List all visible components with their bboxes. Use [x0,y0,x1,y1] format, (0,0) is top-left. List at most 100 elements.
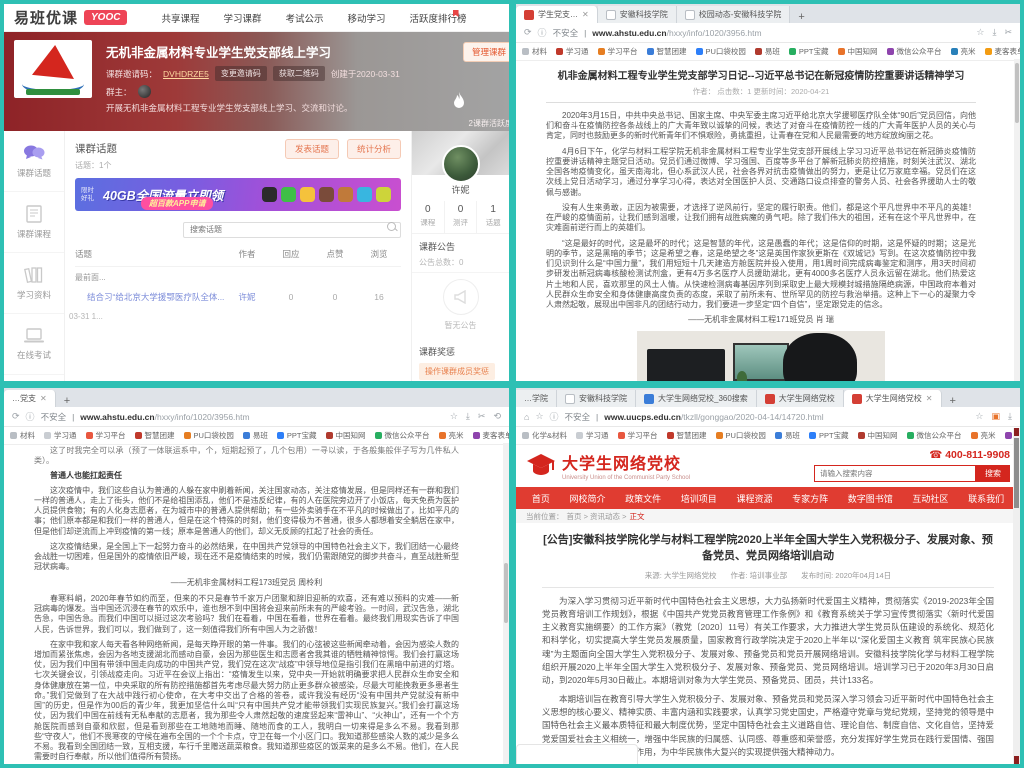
bookmark-item[interactable]: 学习平台 [598,46,638,57]
site-search-input[interactable] [814,465,976,482]
pschool-logo[interactable]: 大学生网络党校 University Union of the Communis… [526,450,690,481]
ad-banner[interactable]: 限时好礼 40GB全国流量立即领 超百款APP申请 [75,178,401,211]
bookmark-item[interactable]: 智慧团建 [135,430,175,441]
star-icon[interactable]: ☆ [976,27,984,38]
owner-avatar[interactable] [138,85,151,98]
scrollbar[interactable] [1013,428,1020,764]
bookmark-item[interactable]: 易班 [755,46,780,57]
site-info-icon[interactable]: ⓘ [538,26,547,39]
bookmark-item[interactable]: 学习通 [576,430,609,441]
bookmark-item[interactable]: 学习平台 [86,430,126,441]
bookmark-item[interactable]: 易班 [775,430,800,441]
url-bar[interactable]: ⌂ ☆ ⓘ 不安全 | www.uucps.edu.cn/tkzll/gongg… [516,407,1020,427]
browser-tab[interactable]: …学院 [516,390,557,407]
bookmark-item[interactable]: PU口袋校园 [184,430,234,441]
site-info-icon[interactable]: ⓘ [550,410,559,423]
undo-icon[interactable]: ⟲ [493,411,501,422]
yooc-nav-item[interactable]: 移动学习 [348,11,386,25]
bookmark-item[interactable]: 中国知网 [838,46,878,57]
bookmark-item[interactable]: 微信公众平台 [887,46,942,57]
pschool-nav-item[interactable]: 网校简介 [569,492,605,505]
bookmark-item[interactable]: 智慧团建 [647,46,687,57]
browser-tab[interactable]: 大学生网络党校 [757,390,844,407]
bookmark-item[interactable]: 微信公众平台 [907,430,962,441]
close-tab-icon[interactable]: ✕ [40,394,47,403]
star-left-icon[interactable]: ☆ [535,411,543,422]
extension-icon[interactable]: ▣ [992,411,1001,422]
site-info-icon[interactable]: ⓘ [26,410,35,423]
bookmark-item[interactable]: 亮米 [439,430,464,441]
pschool-nav-item[interactable]: 专家方阵 [792,492,828,505]
bookmark-item[interactable]: 中国知网 [326,430,366,441]
close-tab-icon[interactable]: ✕ [582,10,589,19]
clip-icon[interactable]: ✂ [478,411,486,422]
page-url[interactable]: www.ahstu.edu.cn/hxxy/info/1020/3956.htm [592,28,761,38]
clip-icon[interactable]: ✂ [1004,27,1012,38]
browser-tab[interactable]: …党支✕ [4,390,56,407]
bookmark-item[interactable]: 学习通 [556,46,589,57]
reload-icon[interactable]: ⟳ [524,27,532,38]
reward-action-button[interactable]: 操作课群成员奖惩 [419,363,495,380]
bookmark-item[interactable]: 麦客表单 [473,430,509,441]
bookmark-item[interactable]: 智慧团建 [667,430,707,441]
sidebar-item-materials[interactable]: 学习资料 [4,253,64,314]
pschool-nav-item[interactable]: 培训项目 [681,492,717,505]
bookmark-item[interactable]: 中国知网 [858,430,898,441]
browser-tab[interactable]: 安徽科技学院 [598,6,677,23]
new-tab-button[interactable]: + [56,395,78,407]
bookmark-item[interactable]: 亮米 [951,46,976,57]
manage-group-button[interactable]: 管理课群 [463,42,509,62]
topic-author-link[interactable]: 许妮 [225,291,269,303]
url-bar[interactable]: ⟳ ⓘ 不安全 | www.ahstu.edu.cn/hxxy/info/102… [4,407,509,427]
star-icon[interactable]: ☆ [450,411,458,422]
scrollbar[interactable] [503,443,509,764]
scrollbar[interactable] [1014,59,1020,381]
yooc-nav-item[interactable]: 共享课程 [161,11,199,25]
download-icon[interactable]: ⤓ [1008,411,1012,422]
pschool-nav-item[interactable]: 数字图书馆 [848,492,893,505]
site-search-button[interactable]: 搜索 [976,465,1010,482]
profile-avatar[interactable] [442,145,480,183]
browser-tab[interactable]: 学生党支…✕ [516,6,598,23]
bookmark-item[interactable]: 麦客表单 [985,46,1020,57]
stats-analysis-button[interactable]: 统计分析 [347,139,401,159]
bookmark-partial[interactable]: 材料 [10,430,35,441]
breadcrumb-path[interactable]: 首页 > 资讯动态 > [567,511,627,522]
bookmark-partial[interactable]: 材料 [522,46,547,57]
change-invite-button[interactable]: 变更邀请码 [215,66,267,81]
yooc-nav-item[interactable]: 考试公示 [286,11,324,25]
topic-link[interactable]: 结合习“给北京大学援鄂医疗队全体... [75,291,225,303]
bookmark-item[interactable]: PU口袋校园 [716,430,766,441]
download-icon[interactable]: ⤓ [466,411,470,422]
close-tab-icon[interactable]: ✕ [926,394,933,403]
bookmark-item[interactable]: PU口袋校园 [696,46,746,57]
topic-search-input[interactable] [183,222,401,238]
get-qr-button[interactable]: 获取二维码 [273,66,325,81]
stat-topics[interactable]: 1话题 [477,201,509,233]
home-icon[interactable]: ⌂ [524,412,529,422]
star-icon[interactable]: ☆ [975,411,983,422]
bookmark-partial[interactable]: 化学&材料 [522,430,567,441]
post-topic-button[interactable]: 发表话题 [285,139,339,159]
bookmark-item[interactable]: 学习平台 [618,430,658,441]
bookmark-item[interactable]: PPT宝藏 [789,46,829,57]
new-tab-button[interactable]: + [790,11,812,23]
new-tab-button[interactable]: + [942,395,964,407]
bookmark-item[interactable]: PPT宝藏 [277,430,317,441]
page-url[interactable]: www.ahstu.edu.cn/hxxy/info/1020/3956.htm [80,412,249,422]
download-icon[interactable]: ⤓ [992,27,996,38]
stat-evaluations[interactable]: 0测评 [445,201,478,233]
invite-code-link[interactable]: DVHDRZE5 [163,69,209,79]
browser-tab[interactable]: 大学生网络党校 ✕ [844,390,942,407]
sidebar-item-exams[interactable]: 在线考试 [4,314,64,375]
floating-widget[interactable] [516,744,638,764]
bookmark-item[interactable]: PPT宝藏 [809,430,849,441]
page-url[interactable]: www.uucps.edu.cn/tkzll/gonggao/2020-04-1… [604,412,823,422]
reload-icon[interactable]: ⟳ [12,411,20,422]
pschool-nav-item[interactable]: 课程资源 [736,492,772,505]
bookmark-item[interactable]: 亮米 [971,430,996,441]
browser-tab[interactable]: 安徽科技学院 [557,390,636,407]
url-bar[interactable]: ⟳ ⓘ 不安全 | www.ahstu.edu.cn/hxxy/info/102… [516,23,1020,43]
bookmark-item[interactable]: 微信公众平台 [375,430,430,441]
pschool-nav-item[interactable]: 政策文件 [625,492,661,505]
